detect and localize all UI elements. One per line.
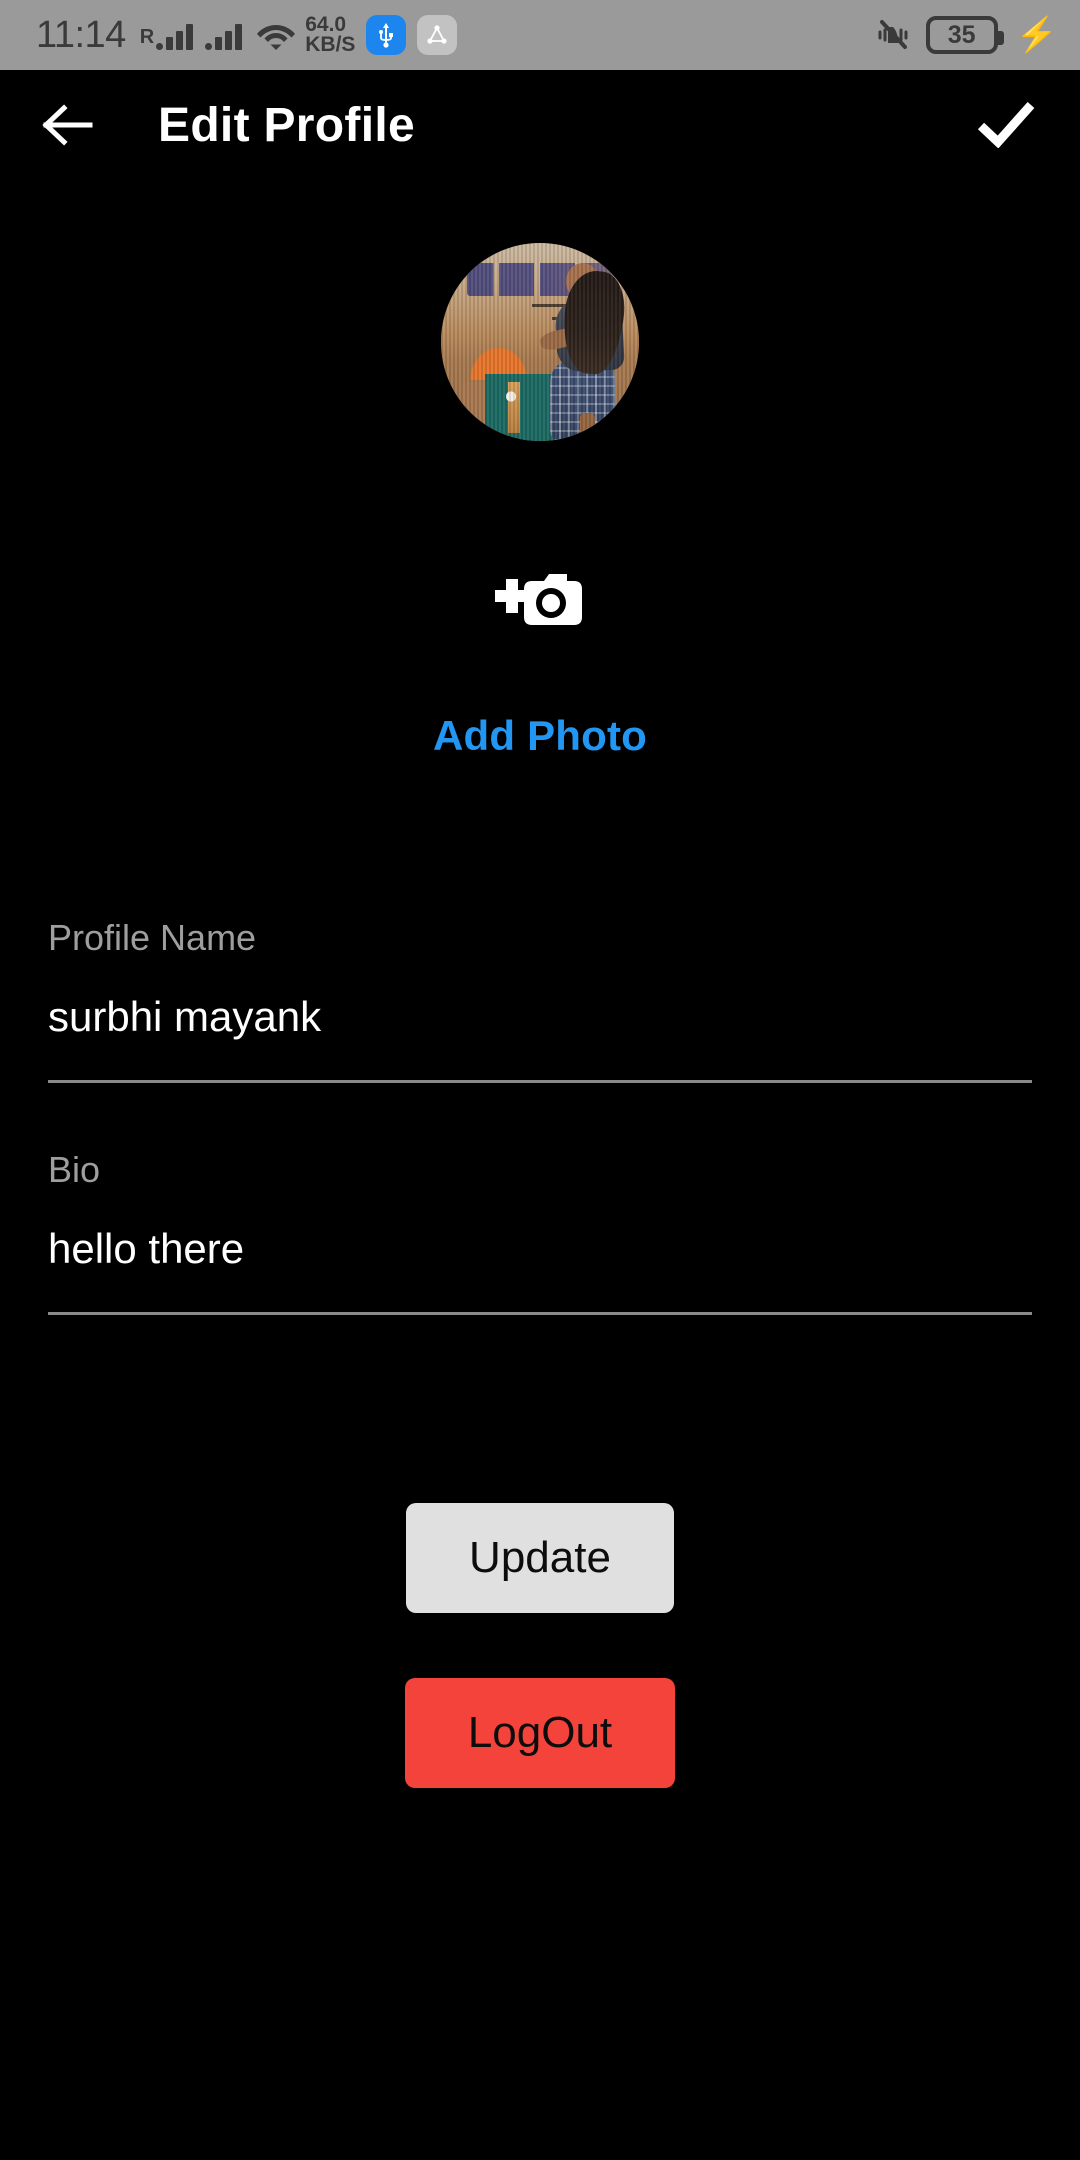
share-nodes-icon (417, 15, 458, 55)
field-label-bio: Bio (48, 1149, 101, 1190)
ringer-silent-icon (874, 18, 912, 52)
page-title: Edit Profile (158, 98, 415, 152)
app-bar: Edit Profile (0, 70, 1080, 180)
network-speed-unit: KB/S (305, 33, 356, 56)
bio-input[interactable] (48, 1226, 1032, 1273)
update-button[interactable]: Update (406, 1503, 674, 1613)
status-bar-clock: 11:14 (36, 14, 126, 56)
wifi-icon (256, 19, 296, 51)
back-button[interactable] (40, 97, 96, 153)
add-photo-label[interactable]: Add Photo (0, 712, 1080, 760)
status-bar-left: 11:14 R 64.0 KB/S (36, 14, 874, 56)
profile-name-input[interactable] (48, 994, 1032, 1041)
field-profile-name: Profile Name (48, 917, 1032, 1084)
status-bar-right: 35 ⚡ (874, 16, 1058, 54)
add-a-photo-icon (495, 574, 582, 625)
field-underline (48, 1312, 1032, 1316)
field-label-profile-name: Profile Name (48, 917, 257, 958)
battery-icon: 35 (925, 16, 1004, 54)
network-speed: 64.0 KB/S (305, 14, 356, 56)
arrow-left-icon (42, 104, 93, 146)
avatar-photo-texture (441, 243, 639, 441)
save-button[interactable] (976, 95, 1036, 155)
signal-bars-icon-sim1 (156, 20, 194, 50)
avatar-container[interactable] (441, 243, 639, 441)
check-icon (977, 102, 1035, 148)
logout-button[interactable]: LogOut (405, 1678, 675, 1788)
battery-level: 35 (947, 20, 976, 49)
field-bio: Bio (48, 1149, 1032, 1316)
roaming-indicator: R (139, 26, 155, 48)
avatar[interactable] (441, 243, 639, 441)
signal-bars-icon-sim2 (205, 20, 243, 50)
charging-bolt-icon: ⚡ (1015, 16, 1058, 54)
field-underline (48, 1080, 1032, 1084)
add-photo-button[interactable] (490, 563, 590, 637)
usb-icon (366, 15, 407, 55)
status-bar: 11:14 R 64.0 KB/S 35 ⚡ (0, 0, 1080, 70)
